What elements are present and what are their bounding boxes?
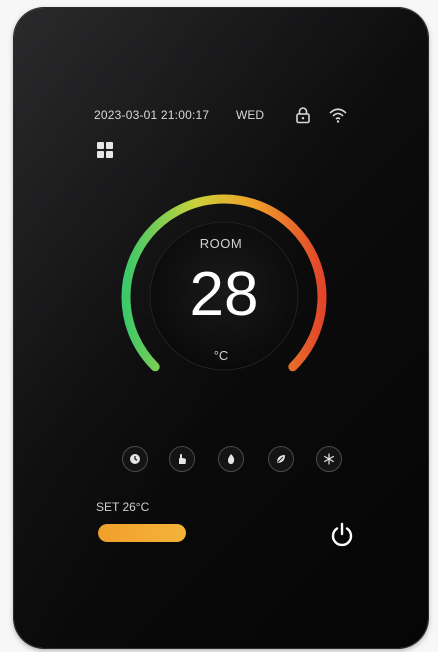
manual-mode-button[interactable] bbox=[169, 446, 195, 472]
clock-mode-button[interactable] bbox=[122, 446, 148, 472]
datetime-text: 2023-03-01 21:00:17 bbox=[94, 108, 210, 122]
snowflake-icon bbox=[324, 453, 334, 465]
power-icon bbox=[331, 522, 353, 547]
grid-icon[interactable] bbox=[96, 141, 114, 159]
heat-mode-button[interactable] bbox=[218, 446, 244, 472]
eco-mode-button[interactable] bbox=[268, 446, 294, 472]
clock-icon bbox=[130, 454, 140, 464]
setpoint-slider-fill bbox=[98, 524, 186, 542]
weekday-text: WED bbox=[236, 108, 264, 122]
wifi-icon[interactable] bbox=[328, 106, 348, 124]
lock-icon[interactable] bbox=[295, 106, 311, 124]
hand-icon bbox=[179, 454, 186, 464]
setpoint-label: SET 26°C bbox=[96, 500, 150, 514]
mode-selector bbox=[122, 446, 342, 472]
leaf-icon bbox=[277, 455, 285, 463]
room-label: ROOM bbox=[199, 236, 243, 251]
temperature-unit: °C bbox=[213, 348, 229, 363]
thermostat-panel: 2023-03-01 21:00:17 WED ROOM 28 °C SET 2… bbox=[14, 8, 428, 648]
setpoint-slider[interactable] bbox=[98, 524, 186, 542]
room-temperature-value: 28 bbox=[189, 260, 259, 329]
flame-icon bbox=[227, 454, 235, 464]
status-bar: 2023-03-01 21:00:17 WED bbox=[94, 106, 364, 126]
room-temperature-display: 28 bbox=[179, 256, 269, 356]
cool-mode-button[interactable] bbox=[316, 446, 342, 472]
power-button[interactable] bbox=[330, 522, 354, 548]
